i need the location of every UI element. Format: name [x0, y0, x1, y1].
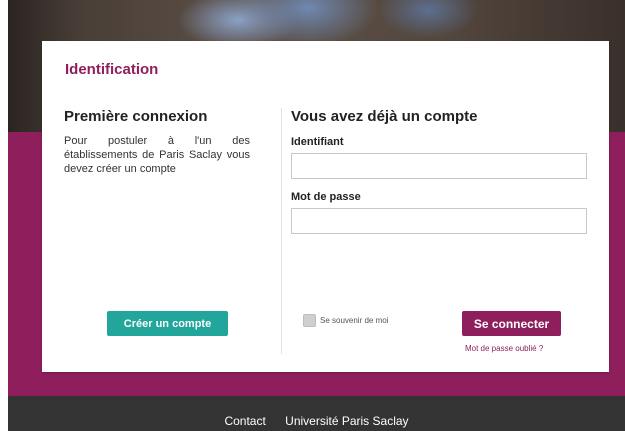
first-connection-section: Première connexion Pour postuler à l'un … — [64, 108, 250, 176]
existing-account-heading: Vous avez déjà un compte — [291, 108, 478, 125]
login-button[interactable]: Se connecter — [462, 311, 561, 336]
first-connection-heading: Première connexion — [64, 108, 208, 125]
identifier-label: Identifiant — [291, 136, 344, 148]
footer-link-university[interactable]: Université Paris Saclay — [285, 414, 408, 428]
footer-links: Contact Université Paris Saclay — [8, 414, 625, 428]
footer-link-contact[interactable]: Contact — [224, 414, 265, 428]
remember-me[interactable]: Se souvenir de moi — [303, 314, 388, 327]
first-connection-text: Pour postuler à l'un des établissements … — [64, 135, 250, 175]
password-label: Mot de passe — [291, 191, 361, 203]
identifier-input[interactable] — [291, 153, 587, 179]
remember-me-label: Se souvenir de moi — [320, 316, 389, 325]
footer: Contact Université Paris Saclay — [8, 396, 625, 431]
login-card: Identification Première connexion Pour p… — [42, 41, 609, 372]
card-title: Identification — [65, 61, 159, 78]
create-account-button[interactable]: Créer un compte — [107, 311, 228, 336]
forgot-password-link[interactable]: Mot de passe oublié ? — [465, 344, 543, 353]
column-divider — [281, 108, 282, 354]
password-input[interactable] — [291, 208, 587, 234]
remember-me-checkbox[interactable] — [303, 314, 316, 327]
existing-account-section: Vous avez déjà un compte Identifiant Mot… — [291, 108, 589, 234]
